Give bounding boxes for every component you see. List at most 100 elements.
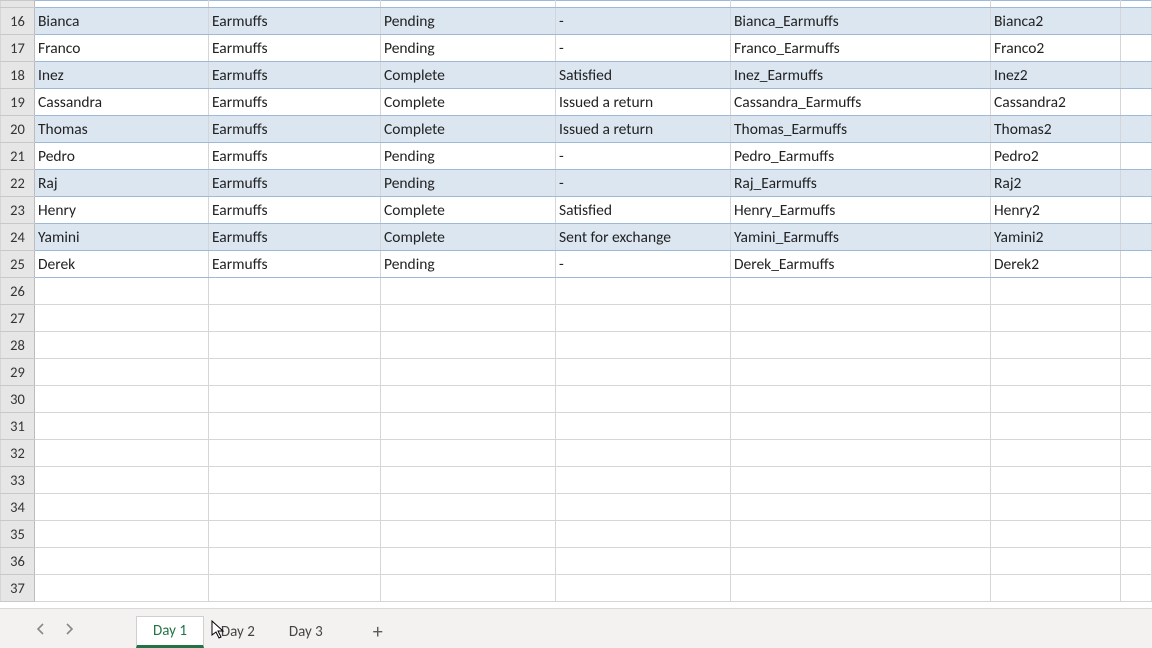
cell[interactable] [209,467,381,494]
cell[interactable] [35,575,209,602]
cell-short[interactable]: Derek2 [991,251,1121,278]
cell[interactable] [991,332,1121,359]
row-header[interactable]: 37 [1,575,35,602]
cell-name[interactable]: Yamini [35,224,209,251]
cell[interactable] [209,386,381,413]
cell[interactable] [556,494,731,521]
cell[interactable] [556,440,731,467]
cell[interactable] [731,1,991,8]
cell-name[interactable]: Inez [35,62,209,89]
sheet-tab[interactable]: Day 3 [272,616,340,648]
cell[interactable] [1121,575,1152,602]
cell[interactable] [1121,62,1152,89]
cell[interactable] [209,575,381,602]
cell-status[interactable]: Pending [381,35,556,62]
cell[interactable] [35,548,209,575]
cell-key[interactable]: Cassandra_Earmuffs [731,89,991,116]
prev-sheet-button[interactable] [30,618,52,640]
cell[interactable] [35,305,209,332]
cell[interactable] [1121,1,1152,8]
cell-short[interactable]: Franco2 [991,35,1121,62]
cell[interactable] [731,575,991,602]
cell-short[interactable]: Pedro2 [991,143,1121,170]
next-sheet-button[interactable] [58,618,80,640]
cell-status[interactable]: Pending [381,251,556,278]
cell[interactable] [381,1,556,8]
cell-key[interactable]: Pedro_Earmuffs [731,143,991,170]
cell[interactable] [991,440,1121,467]
row-header[interactable]: 32 [1,440,35,467]
cell[interactable] [991,359,1121,386]
row-header[interactable]: 36 [1,548,35,575]
cell-product[interactable]: Earmuffs [209,8,381,35]
sheet-tab[interactable]: Day 1 [136,616,204,648]
cell-name[interactable]: Raj [35,170,209,197]
cell-short[interactable]: Henry2 [991,197,1121,224]
row-header[interactable]: 30 [1,386,35,413]
row-header[interactable]: 28 [1,332,35,359]
row-header[interactable]: 26 [1,278,35,305]
cell[interactable] [35,1,209,8]
cell[interactable] [556,413,731,440]
cell-status[interactable]: Pending [381,8,556,35]
cell[interactable] [731,440,991,467]
sheet-tab[interactable]: Day 2 [204,616,272,648]
cell-name[interactable]: Pedro [35,143,209,170]
cell[interactable] [1121,89,1152,116]
row-header[interactable]: 33 [1,467,35,494]
cell[interactable] [556,467,731,494]
cell-status[interactable]: Pending [381,143,556,170]
cell[interactable] [209,278,381,305]
cell-disposition[interactable]: - [556,35,731,62]
cell[interactable] [1121,494,1152,521]
cell[interactable] [35,467,209,494]
cell[interactable] [556,575,731,602]
cell-disposition[interactable]: - [556,251,731,278]
cell-product[interactable]: Earmuffs [209,62,381,89]
cell[interactable] [556,386,731,413]
cell-product[interactable]: Earmuffs [209,35,381,62]
cell[interactable] [1121,35,1152,62]
cell-short[interactable]: Bianca2 [991,8,1121,35]
cell-product[interactable]: Earmuffs [209,224,381,251]
cell[interactable] [991,467,1121,494]
cell[interactable] [1121,440,1152,467]
cell[interactable] [1121,548,1152,575]
cell[interactable] [209,359,381,386]
row-header[interactable]: 35 [1,521,35,548]
row-header[interactable]: 22 [1,170,35,197]
cell-disposition[interactable]: Satisfied [556,197,731,224]
cell-disposition[interactable]: - [556,8,731,35]
row-header[interactable]: 34 [1,494,35,521]
cell[interactable] [381,521,556,548]
cell-name[interactable]: Cassandra [35,89,209,116]
cell[interactable] [1121,224,1152,251]
cell-product[interactable]: Earmuffs [209,116,381,143]
cell[interactable] [556,1,731,8]
cell[interactable] [556,359,731,386]
cell-product[interactable]: Earmuffs [209,143,381,170]
cell[interactable] [35,278,209,305]
cell[interactable] [731,278,991,305]
row-header[interactable]: 27 [1,305,35,332]
spreadsheet-grid[interactable]: 16BiancaEarmuffsPending-Bianca_EarmuffsB… [0,0,1152,608]
add-sheet-button[interactable]: + [360,616,396,648]
cell[interactable] [1121,521,1152,548]
cell-status[interactable]: Complete [381,62,556,89]
cell[interactable] [381,386,556,413]
row-header[interactable]: 25 [1,251,35,278]
cell[interactable] [731,521,991,548]
cell[interactable] [731,494,991,521]
cell-name[interactable]: Derek [35,251,209,278]
row-header[interactable] [1,1,35,8]
cell-disposition[interactable]: Satisfied [556,62,731,89]
cell[interactable] [1121,170,1152,197]
row-header[interactable]: 31 [1,413,35,440]
cell-status[interactable]: Complete [381,89,556,116]
cell-disposition[interactable]: - [556,170,731,197]
cell-status[interactable]: Complete [381,197,556,224]
cell[interactable] [35,359,209,386]
cell-key[interactable]: Bianca_Earmuffs [731,8,991,35]
cell[interactable] [209,413,381,440]
cell-product[interactable]: Earmuffs [209,89,381,116]
